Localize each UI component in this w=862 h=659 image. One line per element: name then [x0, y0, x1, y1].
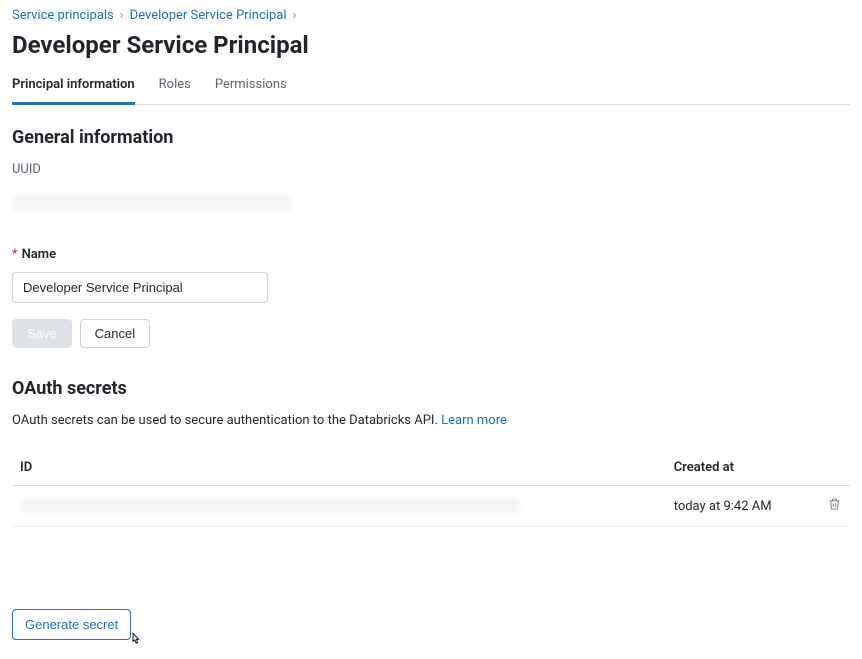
cancel-button[interactable]: Cancel [80, 319, 150, 348]
tab-roles[interactable]: Roles [159, 69, 191, 105]
general-information-heading: General information [12, 127, 850, 148]
column-header-created: Created at [666, 450, 810, 486]
name-label: Name [22, 247, 56, 262]
tab-permissions[interactable]: Permissions [215, 69, 287, 105]
uuid-label: UUID [12, 162, 850, 177]
column-header-id: ID [12, 450, 666, 486]
oauth-description: OAuth secrets can be used to secure auth… [12, 413, 850, 428]
save-button[interactable]: Save [12, 319, 72, 348]
chevron-right-icon: › [120, 8, 124, 23]
created-at-value: today at 9:42 AM [666, 486, 810, 527]
required-asterisk: * [12, 247, 18, 262]
secrets-table: ID Created at today at 9:42 AM [12, 450, 850, 527]
learn-more-link[interactable]: Learn more [441, 413, 507, 428]
breadcrumb-current[interactable]: Developer Service Principal [130, 8, 287, 23]
uuid-value-redacted [12, 195, 292, 211]
breadcrumb-root[interactable]: Service principals [12, 8, 114, 23]
secret-id-redacted [20, 499, 520, 513]
tab-principal-information[interactable]: Principal information [12, 69, 135, 105]
chevron-right-icon: › [292, 8, 296, 23]
cursor-pointer-icon [127, 631, 145, 653]
name-input[interactable] [12, 272, 268, 303]
trash-icon[interactable] [827, 501, 842, 516]
generate-secret-button[interactable]: Generate secret [12, 609, 131, 640]
tabs: Principal information Roles Permissions [12, 69, 850, 105]
table-row: today at 9:42 AM [12, 486, 850, 527]
oauth-secrets-heading: OAuth secrets [12, 378, 850, 399]
breadcrumb: Service principals › Developer Service P… [12, 8, 850, 23]
page-title: Developer Service Principal [12, 31, 850, 59]
